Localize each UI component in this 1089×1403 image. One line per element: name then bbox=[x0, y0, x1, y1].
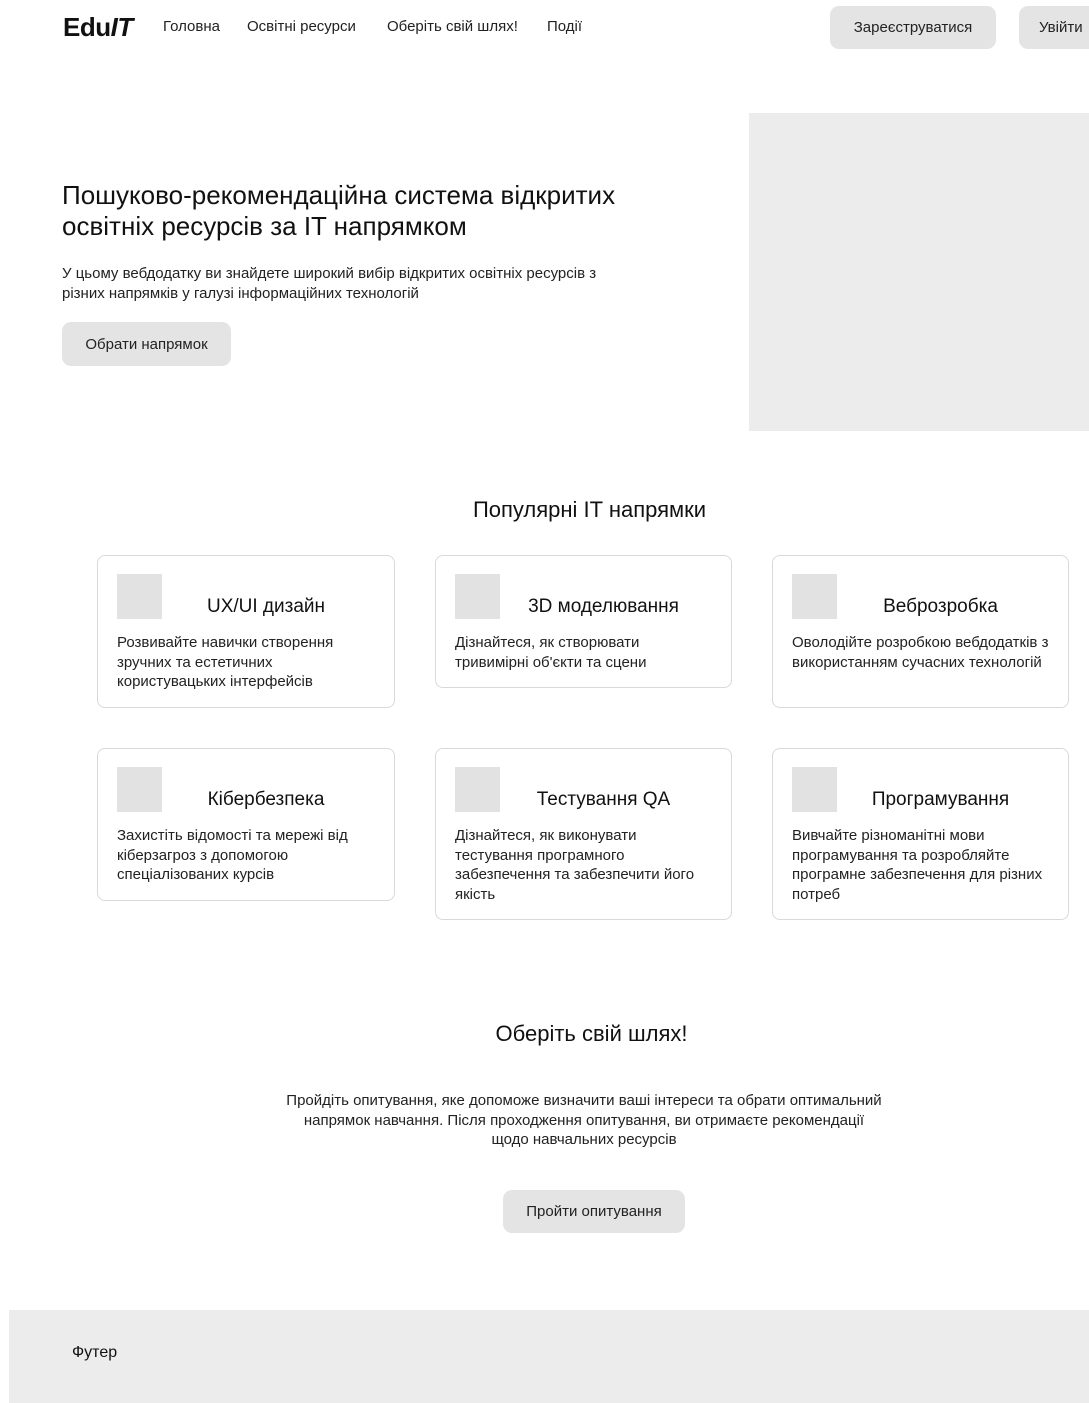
path-section-title: Оберіть свій шлях! bbox=[495, 1021, 688, 1046]
card-ux-ui[interactable]: UX/UI дизайн Розвивайте навички створенн… bbox=[97, 555, 395, 708]
card-qa-testing[interactable]: Тестування QA Дізнайтеся, як виконувати … bbox=[435, 748, 732, 920]
popular-section-title: Популярні IT напрямки bbox=[472, 497, 707, 522]
card-3d-modeling[interactable]: 3D моделювання Дізнайтеся, як створювати… bbox=[435, 555, 732, 688]
login-button[interactable]: Увійти bbox=[1019, 6, 1089, 49]
hero-image-placeholder bbox=[749, 113, 1089, 431]
logo-suffix: IT bbox=[110, 12, 134, 42]
card-description: Дізнайтеся, як створювати тривимірні об'… bbox=[455, 634, 647, 671]
card-web-development[interactable]: Веброзробка Оволодійте розробкою вебдода… bbox=[772, 555, 1069, 708]
path-description: Пройдіть опитування, яке допоможе визнач… bbox=[286, 1092, 882, 1148]
nav-item-events[interactable]: Події bbox=[547, 18, 582, 35]
card-description: Захистіть відомості та мережі від кіберз… bbox=[117, 827, 348, 883]
card-description: Оволодійте розробкою вебдодатків з викор… bbox=[792, 634, 1049, 671]
card-title: UX/UI дизайн bbox=[206, 596, 326, 617]
nav-item-home[interactable]: Головна bbox=[163, 18, 220, 35]
logo-prefix: Edu bbox=[63, 12, 111, 42]
hero-title: Пошуково-рекомендаційна система відкрити… bbox=[62, 180, 616, 241]
card-title: Тестування QA bbox=[536, 789, 671, 810]
card-title: Програмування bbox=[871, 789, 1010, 810]
footer bbox=[9, 1310, 1089, 1403]
hero-description: У цьому вебдодатку ви знайдете широкий в… bbox=[62, 265, 597, 302]
card-description: Вивчайте різноманітні мови програмування… bbox=[792, 827, 1043, 903]
register-button[interactable]: Зареєструватися bbox=[830, 6, 996, 49]
take-survey-button[interactable]: Пройти опитування bbox=[503, 1190, 685, 1233]
choose-direction-button[interactable]: Обрати напрямок bbox=[62, 322, 231, 366]
card-description: Розвивайте навички створення зручних та … bbox=[117, 634, 334, 690]
card-programming[interactable]: Програмування Вивчайте різноманітні мови… bbox=[772, 748, 1069, 920]
card-title: 3D моделювання bbox=[528, 596, 679, 617]
card-cybersecurity[interactable]: Кібербезпека Захистіть відомості та мере… bbox=[97, 748, 395, 901]
nav-item-resources[interactable]: Освітні ресурси bbox=[247, 18, 356, 35]
footer-label: Футер bbox=[72, 1344, 118, 1361]
card-title: Кібербезпека bbox=[207, 789, 325, 810]
logo[interactable]: EduIT bbox=[63, 12, 133, 43]
nav-item-choose-path[interactable]: Оберіть свій шлях! bbox=[387, 18, 518, 35]
card-description: Дізнайтеся, як виконувати тестування про… bbox=[455, 827, 695, 903]
card-title: Веброзробка bbox=[883, 596, 998, 617]
